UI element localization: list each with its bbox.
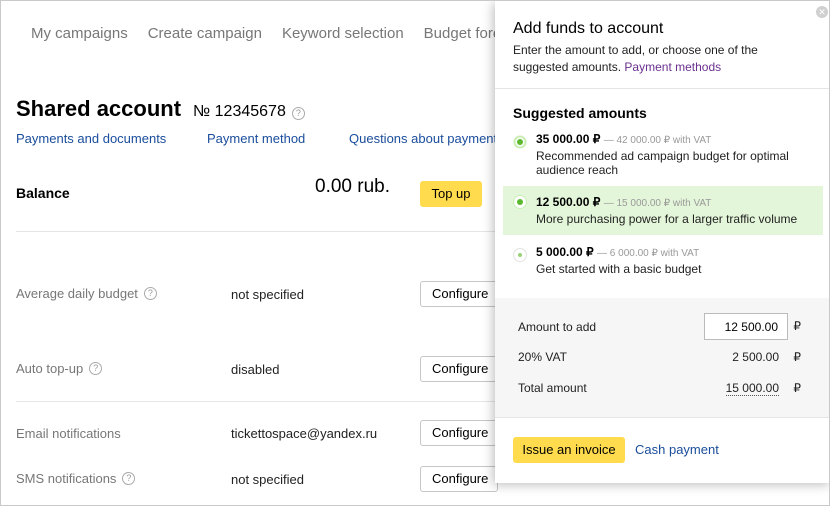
auto-topup-value: disabled	[231, 362, 280, 377]
add-funds-popup: ✕ Add funds to account Enter the amount …	[495, 1, 829, 483]
payment-method-link[interactable]: Payment method	[207, 131, 305, 146]
top-up-button[interactable]: Top up	[420, 181, 482, 207]
popup-title: Add funds to account	[513, 20, 664, 37]
suggested-amounts-title: Suggested amounts	[513, 105, 647, 121]
close-icon[interactable]: ✕	[816, 6, 828, 18]
account-number: № 12345678	[193, 103, 286, 120]
suggestion-vat: — 15 000.00 ₽ with VAT	[603, 198, 712, 209]
payment-questions-link[interactable]: Questions about payment	[349, 131, 497, 146]
suggestion-description: Get started with a basic budget	[536, 262, 702, 276]
popup-description: Enter the amount to add, or choose one o…	[513, 43, 758, 74]
nav-my-campaigns[interactable]: My campaigns	[31, 25, 128, 42]
nav-keyword-selection[interactable]: Keyword selection	[282, 25, 404, 42]
divider	[16, 401, 496, 402]
radio-icon	[513, 135, 527, 149]
sms-notifications-value: not specified	[231, 472, 304, 487]
issue-invoice-button[interactable]: Issue an invoice	[513, 437, 625, 463]
email-notifications-configure-button[interactable]: Configure	[420, 420, 498, 446]
suggestion-amount: 35 000.00 ₽	[536, 132, 601, 146]
divider	[495, 88, 829, 89]
radio-icon	[513, 195, 527, 209]
currency-symbol: ₽	[793, 319, 801, 333]
help-icon[interactable]: ?	[89, 362, 103, 375]
nav-create-campaign[interactable]: Create campaign	[148, 25, 262, 42]
help-icon[interactable]: ?	[143, 287, 157, 300]
suggestion-35000[interactable]: 35 000.00 ₽ — 42 000.00 ₽ with VAT Recom…	[503, 128, 823, 184]
payments-documents-link[interactable]: Payments and documents	[16, 131, 166, 146]
currency-symbol: ₽	[793, 350, 801, 364]
divider	[16, 231, 496, 232]
payment-methods-link[interactable]: Payment methods	[624, 60, 721, 74]
avg-daily-budget-label: Average daily budget ?	[16, 286, 157, 301]
avg-daily-budget-value: not specified	[231, 287, 304, 302]
balance-label: Balance	[16, 185, 70, 201]
total-amount-value: 15 000.00	[725, 381, 779, 396]
avg-daily-budget-configure-button[interactable]: Configure	[420, 281, 498, 307]
email-notifications-label: Email notifications	[16, 426, 121, 441]
app-window: My campaigns Create campaign Keyword sel…	[0, 0, 830, 506]
suggestion-description: More purchasing power for a larger traff…	[536, 212, 798, 226]
suggestion-vat: — 42 000.00 ₽ with VAT	[603, 135, 712, 146]
currency-symbol: ₽	[793, 381, 801, 395]
auto-topup-configure-button[interactable]: Configure	[420, 356, 498, 382]
divider	[495, 417, 829, 418]
cash-payment-link[interactable]: Cash payment	[635, 442, 719, 457]
suggestion-amount: 5 000.00 ₽	[536, 245, 594, 259]
page-title: Shared account	[16, 96, 182, 121]
radio-icon	[513, 248, 527, 262]
sms-notifications-configure-button[interactable]: Configure	[420, 466, 498, 492]
amount-to-add-input[interactable]	[704, 313, 788, 340]
suggestion-12500[interactable]: 12 500.00 ₽ — 15 000.00 ₽ with VAT More …	[503, 186, 823, 235]
balance-value: 0.00 rub.	[315, 176, 390, 197]
suggestion-description: Recommended ad campaign budget for optim…	[536, 149, 789, 177]
amount-calculation: Amount to add ₽ 20% VAT 2 500.00 ₽ Total…	[495, 298, 829, 417]
suggestion-5000[interactable]: 5 000.00 ₽ — 6 000.00 ₽ with VAT Get sta…	[503, 241, 823, 285]
total-amount-label: Total amount	[518, 381, 587, 395]
help-icon[interactable]: ?	[291, 107, 305, 120]
sms-notifications-label: SMS notifications ?	[16, 471, 136, 486]
suggestion-amount: 12 500.00 ₽	[536, 195, 601, 209]
auto-topup-label: Auto top-up ?	[16, 361, 103, 376]
vat-value: 2 500.00	[732, 350, 779, 364]
amount-to-add-label: Amount to add	[518, 320, 597, 334]
help-icon[interactable]: ?	[122, 472, 136, 485]
vat-label: 20% VAT	[518, 350, 567, 364]
suggestion-vat: — 6 000.00 ₽ with VAT	[597, 248, 700, 259]
title-row: Shared account № 12345678 ?	[16, 96, 305, 122]
top-nav: My campaigns Create campaign Keyword sel…	[31, 25, 537, 42]
email-notifications-value: tickettospace@yandex.ru	[231, 426, 378, 441]
